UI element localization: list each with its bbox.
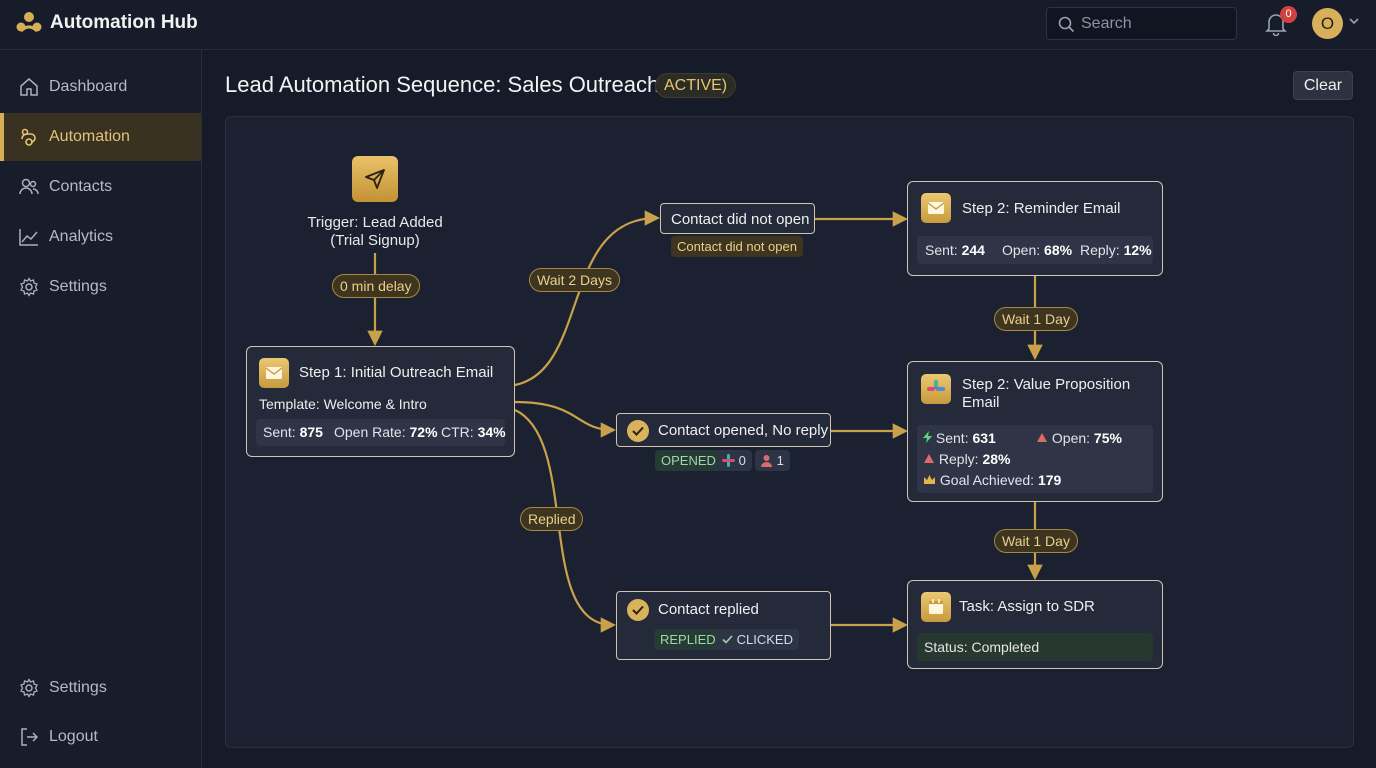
tag-replied: REPLIED	[654, 629, 722, 650]
trigger-label: Trigger: Lead Added (Trial Signup)	[307, 214, 443, 249]
stat-goal: Goal Achieved: 179	[923, 472, 1061, 488]
step1-node[interactable]: Step 1: Initial Outreach Email Template:…	[246, 346, 515, 457]
user-icon	[761, 455, 772, 467]
condition-contact-replied[interactable]: Contact replied REPLIED CLICKED	[616, 591, 831, 660]
task-node[interactable]: Task: Assign to SDR Status: Completed	[907, 580, 1163, 669]
condition-did-not-open[interactable]: Contact did not open	[660, 203, 815, 234]
branch-pill-replied[interactable]: Replied	[520, 507, 584, 531]
step2-reminder-title: Step 2: Reminder Email	[962, 200, 1121, 217]
tag-opened: OPENED	[655, 450, 722, 471]
step1-title: Step 1: Initial Outreach Email	[299, 364, 494, 381]
step2-reminder-node[interactable]: Step 2: Reminder Email Sent: 244 Open: 6…	[907, 181, 1163, 276]
send-icon	[365, 169, 385, 189]
stat-reply: Reply: 12%	[1080, 242, 1152, 258]
slack-count: 0	[717, 450, 752, 471]
email-icon	[259, 358, 289, 388]
condition-sublabel: Contact did not open	[671, 236, 803, 257]
step1-stats: Sent: 875 Open Rate: 72% CTR: 34%	[256, 419, 506, 446]
step1-template: Template: Welcome & Intro	[259, 396, 427, 412]
delay-pill-wait-2-days[interactable]: Wait 2 Days	[529, 268, 620, 292]
lightning-icon	[923, 431, 932, 443]
crown-icon	[924, 475, 935, 484]
step2-value-node[interactable]: Step 2: Value Proposition Email Sent: 63…	[907, 361, 1163, 502]
check-circle-icon	[627, 420, 649, 442]
stat-ctr: CTR: 34%	[441, 424, 506, 440]
tag-clicked: CLICKED	[716, 629, 799, 650]
task-status: Status: Completed	[924, 639, 1040, 655]
condition-opened-no-reply[interactable]: Contact opened, No reply	[616, 413, 831, 447]
checkmark-icon	[722, 635, 733, 644]
delay-pill-wait-1-day[interactable]: Wait 1 Day	[994, 529, 1078, 553]
task-status-bar: Status: Completed	[917, 633, 1153, 661]
delay-pill-initial[interactable]: 0 min delay	[332, 274, 420, 298]
delay-pill-wait-1-day[interactable]: Wait 1 Day	[994, 307, 1078, 331]
stat-sent: Sent: 631	[923, 430, 996, 446]
stat-sent: Sent: 875	[263, 424, 323, 440]
open-icon	[1037, 433, 1047, 442]
reply-icon	[924, 454, 934, 463]
step2-value-stats: Sent: 631 Open: 75% Reply: 28% Goal Achi…	[917, 425, 1153, 493]
stat-open-rate: Open Rate: 72%	[334, 424, 438, 440]
email-icon	[921, 193, 951, 223]
trigger-node-icon[interactable]	[352, 156, 398, 202]
step2-value-title: Step 2: Value Proposition Email	[962, 376, 1131, 411]
slack-icon	[921, 374, 951, 404]
stat-reply: Reply: 28%	[923, 451, 1011, 467]
check-circle-icon	[627, 599, 649, 621]
task-title: Task: Assign to SDR	[959, 598, 1095, 615]
stat-sent: Sent: 244	[925, 242, 985, 258]
slack-icon	[722, 454, 735, 467]
stat-open: Open: 75%	[1036, 430, 1122, 446]
calendar-icon	[921, 592, 951, 622]
step2-reminder-stats: Sent: 244 Open: 68% Reply: 12%	[917, 236, 1153, 264]
user-count: 1	[755, 450, 790, 471]
stat-open: Open: 68%	[1002, 242, 1073, 258]
